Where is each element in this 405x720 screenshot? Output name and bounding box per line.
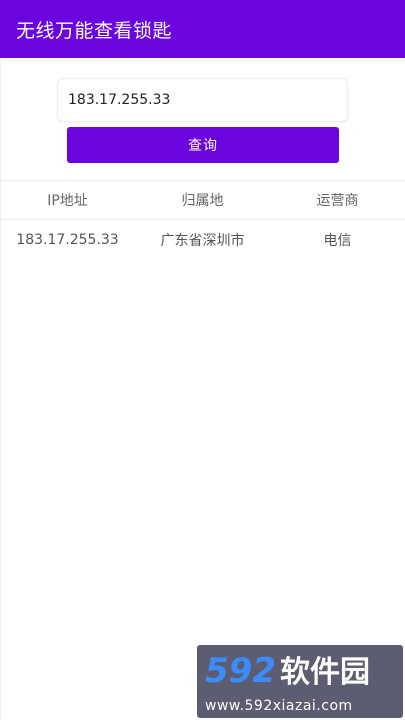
cell-location: 广东省深圳市 bbox=[160, 233, 245, 249]
header-carrier: 运营商 bbox=[316, 193, 359, 209]
results-table: IP地址 归属地 运营商 183.17.255.33 广东省深圳市 电信 bbox=[0, 180, 405, 260]
app-screen: 无线万能查看锁匙 查询 IP地址 归属地 运营商 183.17.255.33 广… bbox=[0, 0, 405, 720]
watermark-logo: 592 软件园 bbox=[205, 651, 370, 693]
table-header-row: IP地址 归属地 运营商 bbox=[0, 180, 405, 220]
watermark-url: www.592xiazai.com bbox=[205, 698, 353, 714]
app-bar: 无线万能查看锁匙 bbox=[0, 0, 405, 58]
table-row[interactable]: 183.17.255.33 广东省深圳市 电信 bbox=[0, 220, 405, 260]
app-title: 无线万能查看锁匙 bbox=[16, 19, 173, 42]
query-button-label: 查询 bbox=[188, 138, 218, 154]
query-button[interactable]: 查询 bbox=[67, 127, 339, 163]
watermark-logo-text: 软件园 bbox=[279, 655, 370, 690]
ip-input[interactable] bbox=[68, 92, 347, 108]
cell-ip: 183.17.255.33 bbox=[16, 232, 119, 248]
site-watermark: 592 软件园 www.592xiazai.com bbox=[197, 645, 403, 718]
cell-carrier: 电信 bbox=[323, 233, 352, 249]
left-edge-divider bbox=[0, 58, 1, 720]
watermark-logo-number: 592 bbox=[205, 651, 276, 691]
header-ip: IP地址 bbox=[47, 193, 88, 209]
header-location: 归属地 bbox=[181, 193, 224, 209]
ip-search-card[interactable] bbox=[57, 78, 348, 122]
